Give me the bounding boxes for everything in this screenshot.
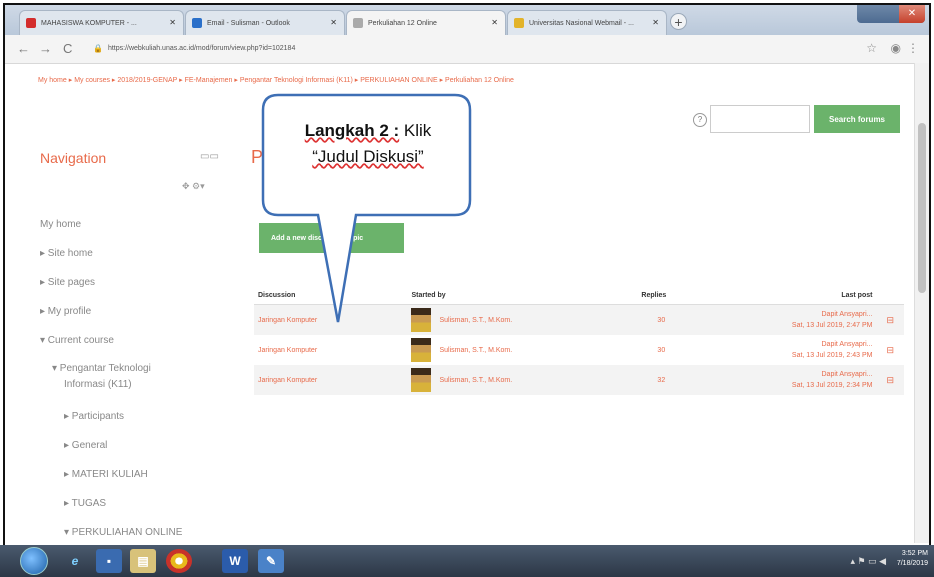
tab-webmail[interactable]: Universitas Nasional Webmail - ... ✕: [507, 10, 667, 35]
tab-mahasiswa[interactable]: MAHASISWA KOMPUTER - ... ✕: [19, 10, 184, 35]
start-button[interactable]: [20, 547, 48, 575]
internet-explorer-icon[interactable]: e: [62, 549, 88, 573]
last-post-author[interactable]: Dapit Ansyapri...: [727, 309, 873, 320]
subscribe-icon[interactable]: ⊟: [876, 365, 904, 395]
sidebar-item-my-home[interactable]: My home: [40, 219, 81, 230]
sidebar-item-my-profile[interactable]: ▸ My profile: [40, 306, 91, 317]
callout-action: Klik: [399, 121, 432, 140]
clock-time: 3:52 PM: [901, 550, 928, 557]
close-tab-icon[interactable]: ✕: [330, 18, 337, 27]
callout-target: “Judul Diskusi”: [312, 147, 424, 166]
media-player-icon[interactable]: ▪: [96, 549, 122, 573]
close-tab-icon[interactable]: ✕: [491, 18, 498, 27]
window-close-button[interactable]: ✕: [899, 5, 925, 23]
replies-count[interactable]: 30: [637, 304, 724, 335]
sidebar-item-course-name-cont[interactable]: Informasi (K11): [64, 379, 132, 390]
back-arrow-icon[interactable]: ←: [17, 41, 30, 56]
window-controls: ✕: [857, 5, 925, 23]
clock[interactable]: 3:52 PM 7/18/2019: [897, 549, 928, 569]
url-field[interactable]: 🔒 https://webkuliah.unas.ac.id/mod/forum…: [93, 39, 863, 57]
url-text: https://webkuliah.unas.ac.id/mod/forum/v…: [107, 44, 296, 52]
moodle-icon: [353, 18, 363, 28]
add-discussion-button[interactable]: Add a new discussion topic: [259, 223, 404, 253]
subscribe-icon[interactable]: ⊟: [876, 304, 904, 335]
navigation-title: Navigation: [40, 150, 107, 166]
menu-kebab-icon[interactable]: ⋮: [907, 41, 919, 55]
last-post-author[interactable]: Dapit Ansyapri...: [727, 369, 873, 380]
last-post-author[interactable]: Dapit Ansyapri...: [727, 339, 873, 350]
tab-label: Perkuliahan 12 Online: [368, 19, 437, 27]
forward-arrow-icon[interactable]: →: [39, 41, 52, 56]
search-input[interactable]: [710, 105, 810, 133]
sidebar-item-participants[interactable]: ▸ Participants: [64, 411, 124, 422]
reload-icon[interactable]: C: [63, 41, 72, 56]
paint-icon[interactable]: ✎: [258, 549, 284, 573]
breadcrumb[interactable]: My home ▸ My courses ▸ 2018/2019-GENAP ▸…: [38, 76, 514, 84]
page-title: P: [251, 147, 264, 167]
discussion-link[interactable]: Jaringan Komputer: [254, 304, 408, 335]
callout-text: Langkah 2 : Klik “Judul Diskusi”: [268, 118, 468, 170]
table-row: Jaringan Komputer Sulisman, S.T., M.Kom.…: [254, 304, 904, 335]
tab-perkuliahan[interactable]: Perkuliahan 12 Online ✕: [346, 10, 506, 35]
last-post-date[interactable]: Sat, 13 Jul 2019, 2:43 PM: [727, 350, 873, 361]
avatar[interactable]: [411, 338, 432, 362]
header-last-post[interactable]: Last post: [723, 286, 877, 305]
avatar[interactable]: [411, 368, 432, 392]
tab-bar: MAHASISWA KOMPUTER - ... ✕ Email - Sulis…: [5, 5, 929, 35]
replies-count[interactable]: 30: [637, 335, 723, 365]
subscribe-icon[interactable]: ⊟: [876, 335, 904, 365]
extension-icon[interactable]: ◉: [891, 41, 901, 55]
tab-label: Universitas Nasional Webmail - ...: [529, 19, 634, 27]
help-icon[interactable]: ?: [693, 113, 707, 127]
header-started-by[interactable]: Started by: [407, 286, 638, 305]
discussion-table: Discussion Started by Replies Last post …: [254, 286, 904, 395]
tab-label: Email - Sulisman - Outlook: [207, 19, 290, 27]
sidebar-item-course-name[interactable]: ▾ Pengantar Teknologi: [52, 363, 151, 374]
author-link[interactable]: Sulisman, S.T., M.Kom.: [439, 377, 512, 384]
dock-icon[interactable]: ▭▭: [200, 151, 219, 162]
author-link[interactable]: Sulisman, S.T., M.Kom.: [439, 317, 512, 324]
sidebar-item-current-course[interactable]: ▾ Current course: [40, 335, 114, 346]
tab-label: MAHASISWA KOMPUTER - ...: [41, 19, 137, 27]
tab-email[interactable]: Email - Sulisman - Outlook ✕: [185, 10, 345, 35]
close-tab-icon[interactable]: ✕: [169, 18, 176, 27]
file-explorer-icon[interactable]: ▤: [130, 549, 156, 573]
close-tab-icon[interactable]: ✕: [652, 18, 659, 27]
replies-count[interactable]: 32: [637, 365, 724, 395]
discussion-link[interactable]: Jaringan Komputer: [254, 335, 407, 365]
sidebar-item-perkuliahan-online[interactable]: ▾ PERKULIAHAN ONLINE: [64, 527, 182, 538]
sidebar-item-site-pages[interactable]: ▸ Site pages: [40, 277, 95, 288]
block-actions-icon[interactable]: ✥ ⚙▾: [182, 181, 205, 192]
table-row: Jaringan Komputer Sulisman, S.T., M.Kom.…: [254, 365, 904, 395]
sidebar-item-tugas[interactable]: ▸ TUGAS: [64, 498, 106, 509]
table-row: Jaringan Komputer Sulisman, S.T., M.Kom.…: [254, 335, 904, 365]
word-icon[interactable]: W: [222, 549, 248, 573]
youtube-icon: [26, 18, 36, 28]
last-post-date[interactable]: Sat, 13 Jul 2019, 2:34 PM: [727, 380, 873, 391]
search-forums-button[interactable]: Search forums: [814, 105, 900, 133]
callout-step: Langkah 2 :: [304, 121, 400, 140]
clock-date: 7/18/2019: [896, 560, 928, 567]
new-tab-button[interactable]: +: [670, 13, 687, 30]
last-post-date[interactable]: Sat, 13 Jul 2019, 2:47 PM: [727, 320, 873, 331]
bookmark-star-icon[interactable]: ☆: [866, 41, 877, 55]
sidebar-item-general[interactable]: ▸ General: [64, 440, 107, 451]
sidebar-item-site-home[interactable]: ▸ Site home: [40, 248, 93, 259]
header-discussion[interactable]: Discussion: [254, 286, 408, 305]
chrome-icon[interactable]: [166, 549, 192, 573]
scrollbar[interactable]: [914, 63, 929, 543]
address-bar: ← → C 🔒 https://webkuliah.unas.ac.id/mod…: [5, 35, 929, 64]
webmail-icon: [514, 18, 524, 28]
scrollbar-thumb[interactable]: [918, 123, 926, 293]
lock-icon: 🔒: [93, 43, 103, 53]
navigation-block: Navigation ▭▭ ✥ ⚙▾ My home ▸ Site home ▸…: [30, 135, 230, 555]
taskbar: e ▪ ▤ W ✎ ▴ ⚑ ▭ ◀ 3:52 PM 7/18/2019: [0, 545, 934, 577]
header-replies[interactable]: Replies: [637, 286, 724, 305]
tray-icons[interactable]: ▴ ⚑ ▭ ◀: [850, 556, 886, 567]
outlook-icon: [192, 18, 202, 28]
avatar[interactable]: [411, 308, 432, 332]
author-link[interactable]: Sulisman, S.T., M.Kom.: [439, 347, 512, 354]
discussion-link[interactable]: Jaringan Komputer: [254, 365, 408, 395]
sidebar-item-materi-kuliah[interactable]: ▸ MATERI KULIAH: [64, 469, 148, 480]
